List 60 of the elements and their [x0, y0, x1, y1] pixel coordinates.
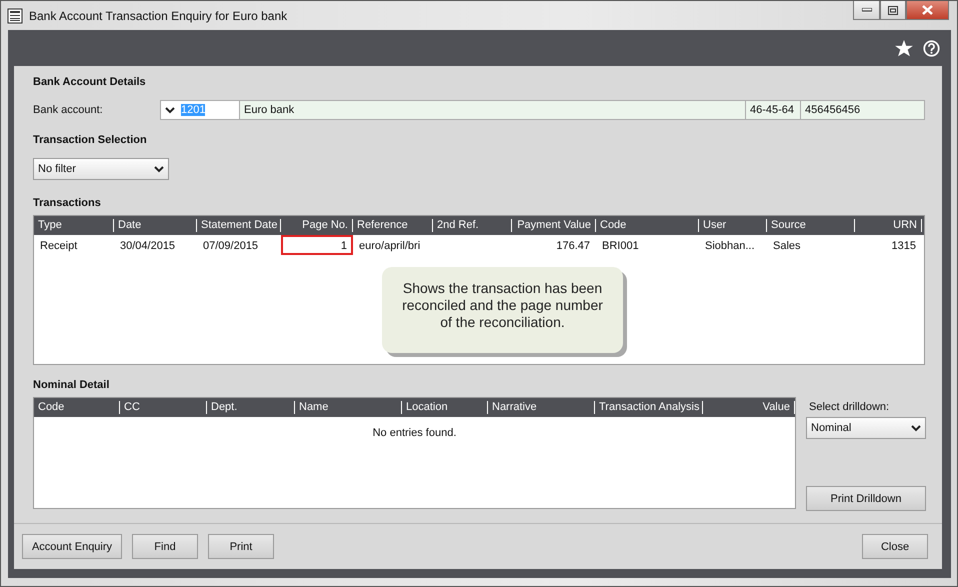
column-header[interactable]: Type	[34, 219, 114, 232]
window-title: Bank Account Transaction Enquiry for Euro bank	[29, 8, 288, 22]
column-header[interactable]: URN	[855, 219, 922, 232]
column-header[interactable]: User	[699, 219, 767, 232]
maximize-icon	[888, 6, 898, 14]
window-icon	[7, 8, 23, 24]
column-header[interactable]: Statement Date	[197, 219, 281, 232]
minimize-icon	[862, 8, 872, 12]
chevron-down-icon	[165, 106, 175, 114]
table-cell-text: Sales	[772, 239, 802, 254]
section-heading: Transaction Selection	[33, 134, 148, 146]
column-header[interactable]: Date	[114, 219, 197, 232]
table-cell-text: 07/09/2015	[202, 239, 260, 254]
field-label: Bank account:	[33, 104, 104, 116]
column-header[interactable]: CC	[120, 401, 207, 414]
column-header[interactable]: Payment Value	[512, 219, 596, 232]
column-header[interactable]: Transaction Analysis	[595, 401, 703, 414]
table-cell-text: 176.47	[555, 239, 591, 254]
section-heading: Nominal Detail	[33, 379, 110, 391]
account-number-field: 456456456	[800, 100, 925, 120]
column-header[interactable]: Value	[703, 401, 795, 414]
column-header[interactable]: Code	[34, 401, 120, 414]
footer-button[interactable]: Find	[132, 534, 198, 559]
table-cell: 1	[281, 235, 353, 255]
field-label: Select drilldown:	[809, 401, 890, 413]
column-header[interactable]: Dept.	[207, 401, 295, 414]
close-icon	[922, 5, 933, 15]
column-header[interactable]: Location	[402, 401, 488, 414]
footer-button[interactable]: Print	[208, 534, 274, 559]
table-cell-text: 1315	[890, 239, 917, 254]
column-header[interactable]: Reference	[353, 219, 433, 232]
chevron-down-icon	[911, 424, 921, 432]
close-button[interactable]: Close	[862, 534, 928, 559]
star-icon[interactable]	[895, 40, 913, 56]
minimize-button[interactable]	[853, 1, 880, 20]
table-cell-text: euro/april/bri	[358, 239, 422, 254]
sort-code-field: 46-45-64	[745, 100, 801, 120]
empty-message: No entries found.	[372, 427, 456, 439]
column-header[interactable]: Narrative	[488, 401, 595, 414]
table-cell-text: Receipt	[39, 239, 78, 254]
column-header[interactable]: Page No.	[281, 219, 353, 232]
callout-tooltip: Shows the transaction has been reconciled and the page number of the reconciliation.	[382, 267, 623, 353]
column-header[interactable]: Source	[767, 219, 855, 232]
filter-dropdown[interactable]: No filter	[33, 158, 169, 180]
column-header[interactable]: Code	[596, 219, 699, 232]
table-cell-text: BRI001	[601, 239, 640, 254]
print-drilldown-button[interactable]: Print Drilldown	[806, 486, 926, 511]
column-header[interactable]: 2nd Ref.	[433, 219, 512, 232]
close-window-button[interactable]	[906, 1, 949, 20]
table-cell-text: Siobhan...	[704, 239, 756, 254]
chevron-down-icon	[154, 166, 164, 172]
section-heading: Bank Account Details	[33, 76, 147, 88]
footer-button[interactable]: Account Enquiry	[22, 534, 122, 559]
help-icon[interactable]	[923, 40, 940, 56]
account-name-field: Euro bank	[239, 100, 746, 120]
section-heading: Transactions	[33, 197, 102, 209]
maximize-button[interactable]	[880, 1, 906, 20]
table-cell-text: 30/04/2015	[119, 239, 176, 254]
column-header[interactable]: Name	[295, 401, 402, 414]
drilldown-dropdown[interactable]: Nominal	[806, 417, 926, 439]
